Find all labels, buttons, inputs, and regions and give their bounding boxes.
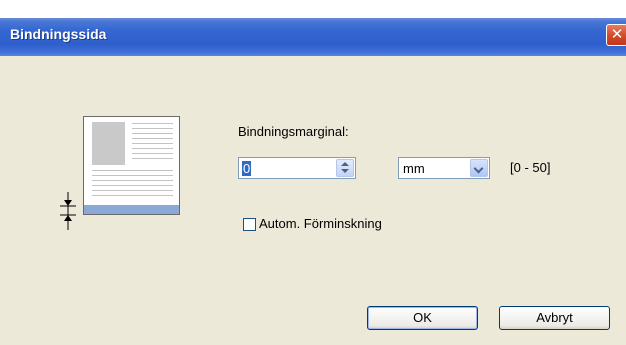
cancel-button[interactable]: Avbryt: [499, 306, 610, 330]
unit-select-value: mm: [403, 161, 425, 176]
title-bar-top-strip: [0, 0, 626, 18]
close-button[interactable]: ✕: [606, 24, 626, 46]
binding-margin-value[interactable]: 0: [242, 161, 252, 176]
binding-edge: [84, 205, 179, 214]
close-icon: ✕: [610, 26, 624, 43]
spin-arrows-icon[interactable]: [336, 159, 354, 177]
spin-up-icon[interactable]: [341, 162, 349, 166]
dialog-title: Bindningssida: [10, 26, 107, 42]
spin-down-icon[interactable]: [341, 169, 349, 173]
title-bar[interactable]: Bindningssida ✕: [0, 0, 626, 56]
auto-reduce-checkbox[interactable]: [243, 218, 256, 231]
dialog-window: Bindningssida ✕ Bindningsmarginal: 0 mm …: [0, 0, 626, 345]
margin-marker-icon: [60, 192, 76, 230]
binding-margin-spinbox[interactable]: 0: [238, 157, 356, 179]
page-image-placeholder: [92, 122, 125, 165]
range-label: [0 - 50]: [510, 160, 551, 175]
page-binding-illustration-icon: [83, 116, 180, 215]
ok-button[interactable]: OK: [367, 306, 478, 330]
chevron-down-icon[interactable]: [470, 159, 488, 177]
unit-select[interactable]: mm: [398, 157, 490, 179]
auto-reduce-label[interactable]: Autom. Förminskning: [259, 216, 382, 231]
binding-margin-label: Bindningsmarginal:: [238, 124, 349, 139]
